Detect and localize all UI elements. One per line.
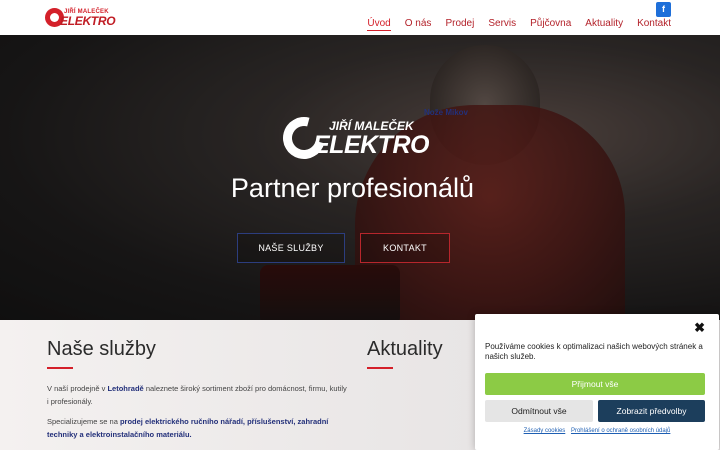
hero-logo: JIŘÍ MALEČEK ELEKTRO bbox=[275, 109, 429, 167]
p2-text-before: Specializujeme se na bbox=[47, 417, 120, 426]
news-item-link[interactable]: Nože Mikov bbox=[424, 108, 468, 117]
hero-banner: JIŘÍ MALEČEK ELEKTRO Partner profesionál… bbox=[0, 35, 720, 320]
nav-servis[interactable]: Servis bbox=[488, 18, 516, 31]
news-column: Aktuality bbox=[367, 338, 443, 369]
show-preferences-button[interactable]: Zobrazit předvolby bbox=[598, 400, 705, 422]
services-underline bbox=[47, 367, 73, 369]
cookie-message: Používáme cookies k optimalizaci našich … bbox=[485, 342, 703, 361]
nav-kontakt[interactable]: Kontakt bbox=[637, 18, 671, 31]
close-icon[interactable]: ✖ bbox=[694, 320, 705, 336]
cookie-links: Zásady cookies Prohlášení o ochraně osob… bbox=[475, 428, 719, 434]
logo-brand: ELEKTRO bbox=[60, 14, 116, 28]
hero-tagline: Partner profesionálů bbox=[230, 173, 475, 203]
news-title: Aktuality bbox=[367, 338, 443, 360]
nav-prodej[interactable]: Prodej bbox=[445, 18, 474, 31]
hero-logo-brand: ELEKTRO bbox=[313, 131, 429, 159]
news-underline bbox=[367, 367, 393, 369]
cookie-consent-panel: ✖ Používáme cookies k optimalizaci našic… bbox=[475, 314, 719, 450]
services-title: Naše služby bbox=[47, 338, 156, 360]
nav-uvod[interactable]: Úvod bbox=[367, 18, 391, 31]
p1-highlight: Letohradě bbox=[107, 384, 144, 393]
facebook-icon[interactable]: f bbox=[656, 2, 671, 17]
accept-all-button[interactable]: Přijmout vše bbox=[485, 373, 705, 395]
nav-pujcovna[interactable]: Půjčovna bbox=[530, 18, 571, 31]
site-logo[interactable]: JIŘÍ MALEČEK ELEKTRO bbox=[45, 8, 116, 28]
main-nav: Úvod O nás Prodej Servis Půjčovna Aktual… bbox=[353, 18, 671, 31]
cookie-policy-link[interactable]: Zásady cookies bbox=[524, 428, 566, 434]
services-button[interactable]: NAŠE SLUŽBY bbox=[237, 233, 345, 263]
nav-o-nas[interactable]: O nás bbox=[405, 18, 432, 31]
deny-all-button[interactable]: Odmítnout vše bbox=[485, 400, 593, 422]
services-paragraph-2: Specializujeme se na prodej elektrického… bbox=[47, 415, 347, 441]
site-header: JIŘÍ MALEČEK ELEKTRO f Úvod O nás Prodej… bbox=[0, 0, 720, 35]
p1-text-before: V naší prodejně v bbox=[47, 384, 108, 393]
services-paragraph-1: V naší prodejně v Letohradě naleznete ši… bbox=[47, 382, 347, 408]
contact-button[interactable]: KONTAKT bbox=[360, 233, 450, 263]
nav-aktuality[interactable]: Aktuality bbox=[585, 18, 623, 31]
privacy-policy-link[interactable]: Prohlášení o ochraně osobních údajů bbox=[571, 428, 670, 434]
services-column: Naše služby V naší prodejně v Letohradě … bbox=[47, 338, 347, 441]
